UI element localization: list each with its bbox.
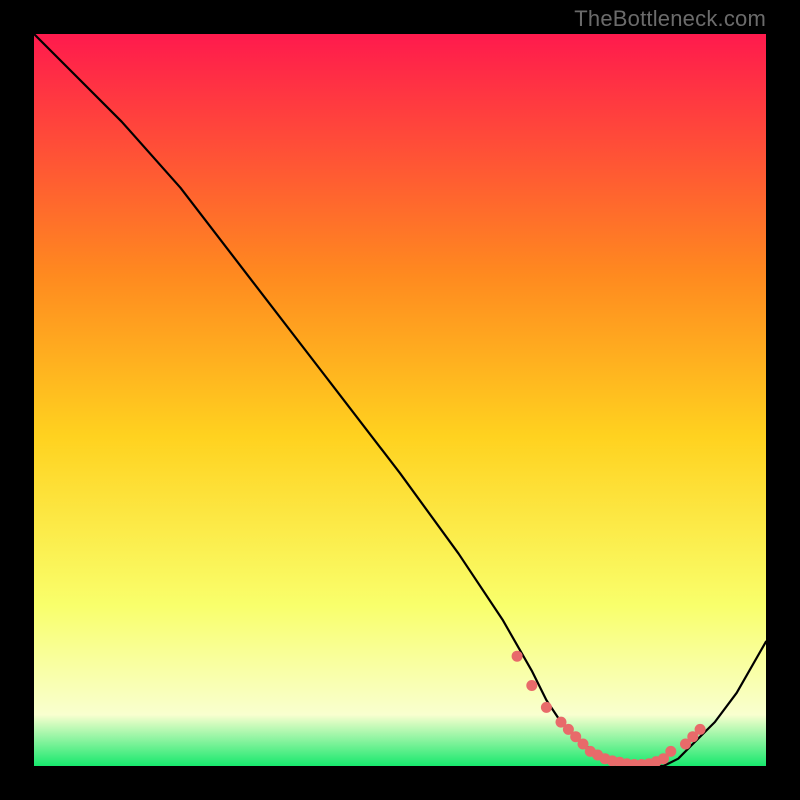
valley-dot [541,702,552,713]
chart-svg [34,34,766,766]
plot-area [34,34,766,766]
gradient-background [34,34,766,766]
valley-dot [512,651,523,662]
chart-frame: TheBottleneck.com [0,0,800,800]
valley-dot [665,746,676,757]
valley-dot [526,680,537,691]
watermark-label: TheBottleneck.com [574,6,766,32]
valley-dot [695,724,706,735]
